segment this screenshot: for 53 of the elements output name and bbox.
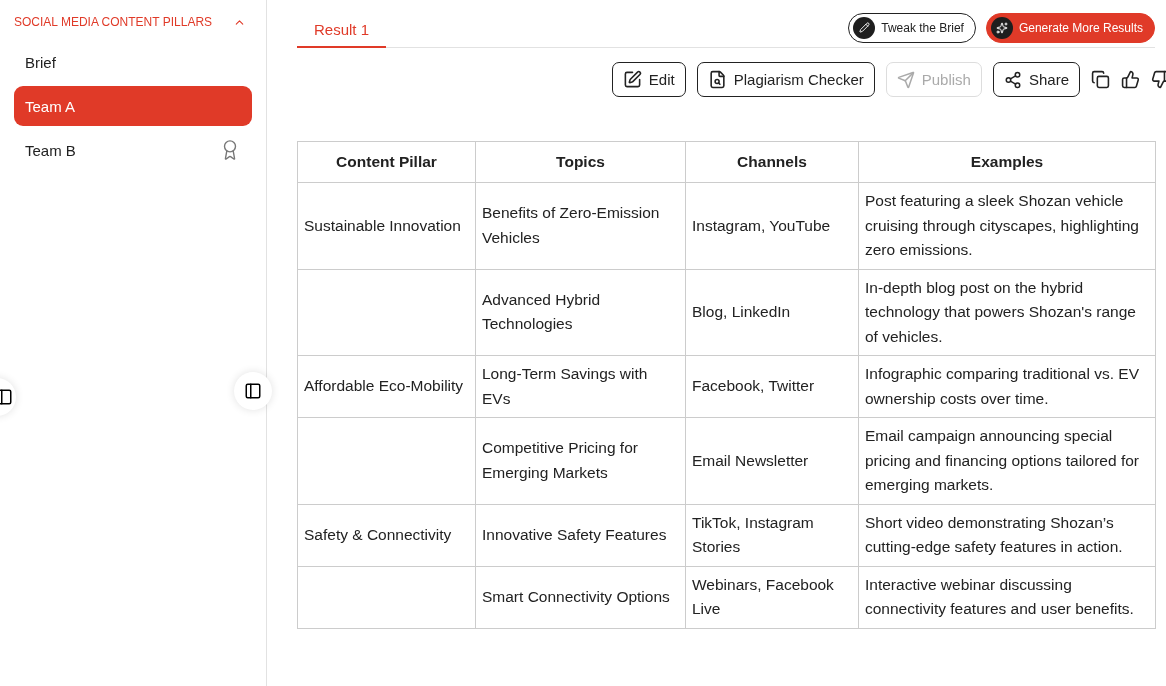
table-cell: Infographic comparing traditional vs. EV ownership costs over time. bbox=[858, 355, 1156, 418]
tweak-button[interactable]: Tweak the Brief bbox=[848, 12, 976, 43]
column-header: Content Pillar bbox=[297, 141, 476, 183]
section-title: SOCIAL MEDIA CONTENT PILLARS bbox=[14, 15, 213, 29]
table-cell: Email campaign announcing special pricing and financing options tailored for emerging markets. bbox=[858, 417, 1156, 504]
copy-icon bbox=[1091, 70, 1110, 89]
sidebar-item[interactable]: Team A bbox=[14, 86, 252, 126]
table-cell: Smart Connectivity Options bbox=[475, 566, 686, 628]
table-cell: Affordable Eco-Mobility bbox=[297, 355, 476, 418]
share-icon bbox=[1003, 70, 1022, 89]
dislike-button[interactable] bbox=[1151, 70, 1166, 89]
sparkle-icon bbox=[990, 16, 1013, 39]
sidebar-item[interactable]: Team B bbox=[14, 130, 252, 170]
edit-icon bbox=[622, 70, 642, 89]
document-search-icon bbox=[707, 70, 727, 89]
table-cell: Innovative Safety Features bbox=[475, 504, 686, 566]
thumbs-up-icon bbox=[1121, 70, 1140, 89]
table-cell: Email Newsletter bbox=[685, 417, 859, 504]
thumbs-down-icon bbox=[1151, 70, 1166, 89]
sidebar-item-label: Team B bbox=[25, 141, 76, 159]
table-cell: Competitive Pricing for Emerging Markets bbox=[475, 417, 686, 504]
sidebar-item[interactable]: Brief bbox=[14, 42, 252, 82]
send-icon bbox=[896, 70, 915, 89]
pencil-icon bbox=[853, 16, 876, 39]
table-cell: Short video demonstrating Shozan’s cutting-edge safety features in action. bbox=[858, 504, 1156, 566]
copy-button[interactable] bbox=[1091, 70, 1110, 89]
column-header: Channels bbox=[685, 141, 859, 183]
table-cell: Interactive webinar discussing connectivity features and user benefits. bbox=[858, 566, 1156, 628]
column-header: Topics bbox=[475, 141, 686, 183]
table-cell: Safety & Connectivity bbox=[297, 504, 476, 566]
plagiarism-button[interactable]: Plagiarism Checker bbox=[696, 62, 875, 97]
like-button[interactable] bbox=[1121, 70, 1140, 89]
edit-button[interactable]: Edit bbox=[611, 62, 686, 97]
table-cell: Webinars, Facebook Live bbox=[685, 566, 859, 628]
table-cell: Advanced Hybrid Technologies bbox=[475, 269, 686, 356]
table-cell: Sustainable Innovation bbox=[297, 182, 476, 269]
table-cell: Benefits of Zero-Emission Vehicles bbox=[475, 182, 686, 269]
table-cell: TikTok, Instagram Stories bbox=[685, 504, 859, 566]
table-cell: Facebook, Twitter bbox=[685, 355, 859, 418]
sidebar-icon bbox=[0, 388, 13, 406]
table-cell: Post featuring a sleek Shozan vehicle cruising through cityscapes, highlighting zero emissions. bbox=[858, 182, 1156, 269]
result-tab[interactable]: Result 1 bbox=[297, 21, 387, 48]
share-button[interactable]: Share bbox=[992, 62, 1080, 97]
table-cell: Blog, LinkedIn bbox=[685, 269, 859, 356]
sidebar-item-label: Team A bbox=[25, 97, 76, 115]
sidebar-toggle-button[interactable] bbox=[234, 372, 272, 410]
generate-button[interactable]: Generate More Results bbox=[985, 12, 1155, 43]
sidebar-icon bbox=[244, 382, 262, 400]
column-header: Examples bbox=[858, 141, 1156, 183]
table-cell: In-depth blog post on the hybrid technology that powers Shozan's range of vehicles. bbox=[858, 269, 1156, 356]
table-cell: Instagram, YouTube bbox=[685, 182, 859, 269]
table-cell: Long-Term Savings with EVs bbox=[475, 355, 686, 418]
sidebar-item-label: Brief bbox=[25, 53, 56, 71]
